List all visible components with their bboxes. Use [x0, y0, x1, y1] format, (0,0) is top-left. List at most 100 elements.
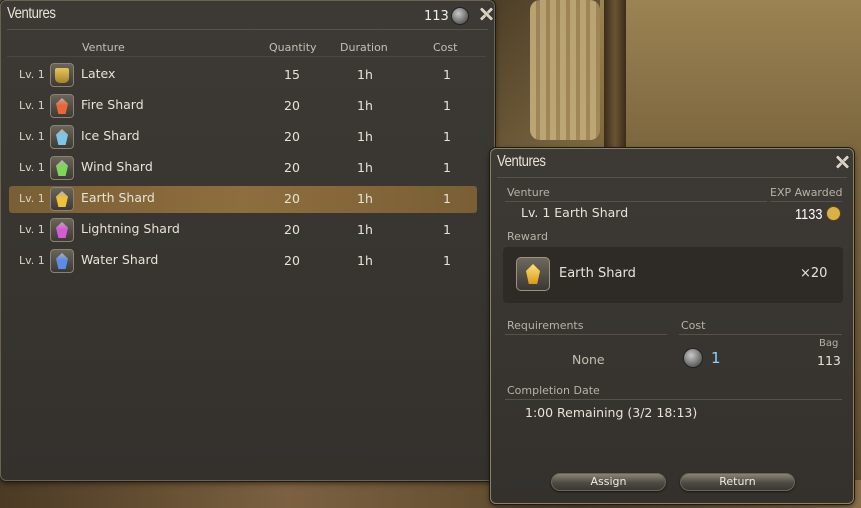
background-wall: [600, 0, 861, 160]
venture-cost: 1: [443, 67, 451, 82]
venture-name: Latex: [81, 66, 116, 81]
detail-window-title[interactable]: Ventures: [497, 153, 546, 171]
completion-label: Completion Date: [507, 384, 600, 397]
venture-cost: 1: [443, 129, 451, 144]
venture-row[interactable]: Lv. 1 Fire Shard 20 1h 1: [9, 93, 477, 120]
venture-quantity: 20: [284, 222, 300, 237]
venture-row[interactable]: Lv. 1 Ice Shard 20 1h 1: [9, 124, 477, 151]
venture-duration: 1h: [357, 129, 373, 144]
ice-shard-icon: [50, 125, 74, 149]
venture-level: Lv. 1: [19, 254, 45, 267]
column-header-duration: Duration: [340, 41, 388, 54]
venture-duration: 1h: [357, 253, 373, 268]
gil-coin-icon: [683, 348, 703, 368]
venture-row[interactable]: Lv. 1 Wind Shard 20 1h 1: [9, 155, 477, 182]
venture-level: Lv. 1: [19, 130, 45, 143]
reward-item-name: Earth Shard: [559, 266, 636, 281]
venture-name: Water Shard: [81, 252, 159, 267]
venture-row[interactable]: Lv. 1 Water Shard 20 1h 1: [9, 248, 477, 275]
fire-shard-icon: [50, 94, 74, 118]
venture-level: Lv. 1: [19, 99, 45, 112]
exp-label: EXP Awarded: [770, 186, 843, 199]
venture-label: Venture: [507, 186, 550, 199]
venture-divider: [505, 201, 767, 202]
requirements-divider: [505, 334, 667, 335]
return-button[interactable]: Return: [680, 473, 795, 491]
venture-cost: 1: [443, 253, 451, 268]
earth-shard-icon: [50, 187, 74, 211]
venture-quantity: 20: [284, 253, 300, 268]
venture-quantity: 20: [284, 160, 300, 175]
venture-cost: 1: [443, 98, 451, 113]
latex-icon: [50, 63, 74, 87]
close-icon[interactable]: [834, 154, 850, 170]
venture-level: Lv. 1: [19, 192, 45, 205]
ventures-list-window: Ventures 113 Venture Quantity Duration C…: [0, 0, 495, 481]
earth-shard-icon[interactable]: [516, 257, 550, 291]
venture-name: Wind Shard: [81, 159, 153, 174]
requirements-value: None: [572, 352, 605, 367]
crystal-icon: [526, 264, 540, 284]
venture-name: Ice Shard: [81, 128, 140, 143]
venture-level: Lv. 1: [19, 68, 45, 81]
completion-value: 1:00 Remaining (3/2 18:13): [525, 405, 698, 420]
venture-row[interactable]: Lv. 1 Latex 15 1h 1: [9, 62, 477, 89]
venture-quantity: 20: [284, 191, 300, 206]
venture-level: Lv. 1: [19, 223, 45, 236]
gil-count: 113: [424, 9, 449, 24]
crystal-icon: [56, 191, 68, 207]
requirements-label: Requirements: [507, 319, 584, 332]
venture-row[interactable]: Lv. 1 Earth Shard 20 1h 1: [9, 186, 477, 213]
crystal-icon: [56, 222, 68, 238]
background-post: [604, 0, 626, 150]
venture-duration: 1h: [357, 222, 373, 237]
column-header-quantity: Quantity: [269, 41, 317, 54]
exp-divider: [770, 201, 842, 202]
completion-divider: [505, 399, 842, 400]
crystal-icon: [56, 160, 68, 176]
column-header-venture: Venture: [82, 41, 125, 54]
bag-label: Bag: [819, 338, 839, 349]
venture-duration: 1h: [357, 160, 373, 175]
title-divider: [7, 29, 488, 30]
window-title[interactable]: Ventures: [7, 5, 56, 23]
close-icon[interactable]: [478, 6, 494, 22]
venture-detail-window: Ventures Venture EXP Awarded Lv. 1 Earth…: [490, 148, 854, 504]
gil-coin-icon: [451, 7, 469, 25]
title-divider: [497, 177, 847, 178]
crystal-icon: [56, 129, 68, 145]
column-header-cost: Cost: [433, 41, 458, 54]
venture-quantity: 20: [284, 98, 300, 113]
venture-name: Earth Shard: [81, 190, 155, 205]
venture-cost: 1: [443, 222, 451, 237]
reward-quantity: ×20: [800, 266, 828, 281]
venture-duration: 1h: [357, 67, 373, 82]
venture-duration: 1h: [357, 191, 373, 206]
crystal-icon: [56, 253, 68, 269]
wind-shard-icon: [50, 156, 74, 180]
venture-row[interactable]: Lv. 1 Lightning Shard 20 1h 1: [9, 217, 477, 244]
water-shard-icon: [50, 249, 74, 273]
venture-quantity: 20: [284, 129, 300, 144]
exp-icon: [826, 206, 841, 221]
latex-cup-icon: [55, 68, 69, 83]
venture-duration: 1h: [357, 98, 373, 113]
venture-cost: 1: [443, 160, 451, 175]
venture-cost: 1: [443, 191, 451, 206]
exp-value: 1133: [795, 206, 823, 223]
header-divider: [7, 56, 486, 57]
venture-quantity: 15: [284, 67, 300, 82]
cost-divider: [679, 334, 842, 335]
venture-level: Lv. 1: [19, 161, 45, 174]
crystal-icon: [56, 98, 68, 114]
bag-value: 113: [817, 353, 841, 368]
background-lantern: [530, 0, 600, 140]
reward-label: Reward: [507, 230, 548, 243]
reward-box[interactable]: Earth Shard ×20: [503, 247, 843, 303]
venture-name: Fire Shard: [81, 97, 144, 112]
lightning-shard-icon: [50, 218, 74, 242]
venture-value: Lv. 1 Earth Shard: [521, 205, 629, 220]
venture-name: Lightning Shard: [81, 221, 180, 236]
assign-button[interactable]: Assign: [551, 473, 666, 491]
cost-value: 1: [711, 349, 721, 367]
